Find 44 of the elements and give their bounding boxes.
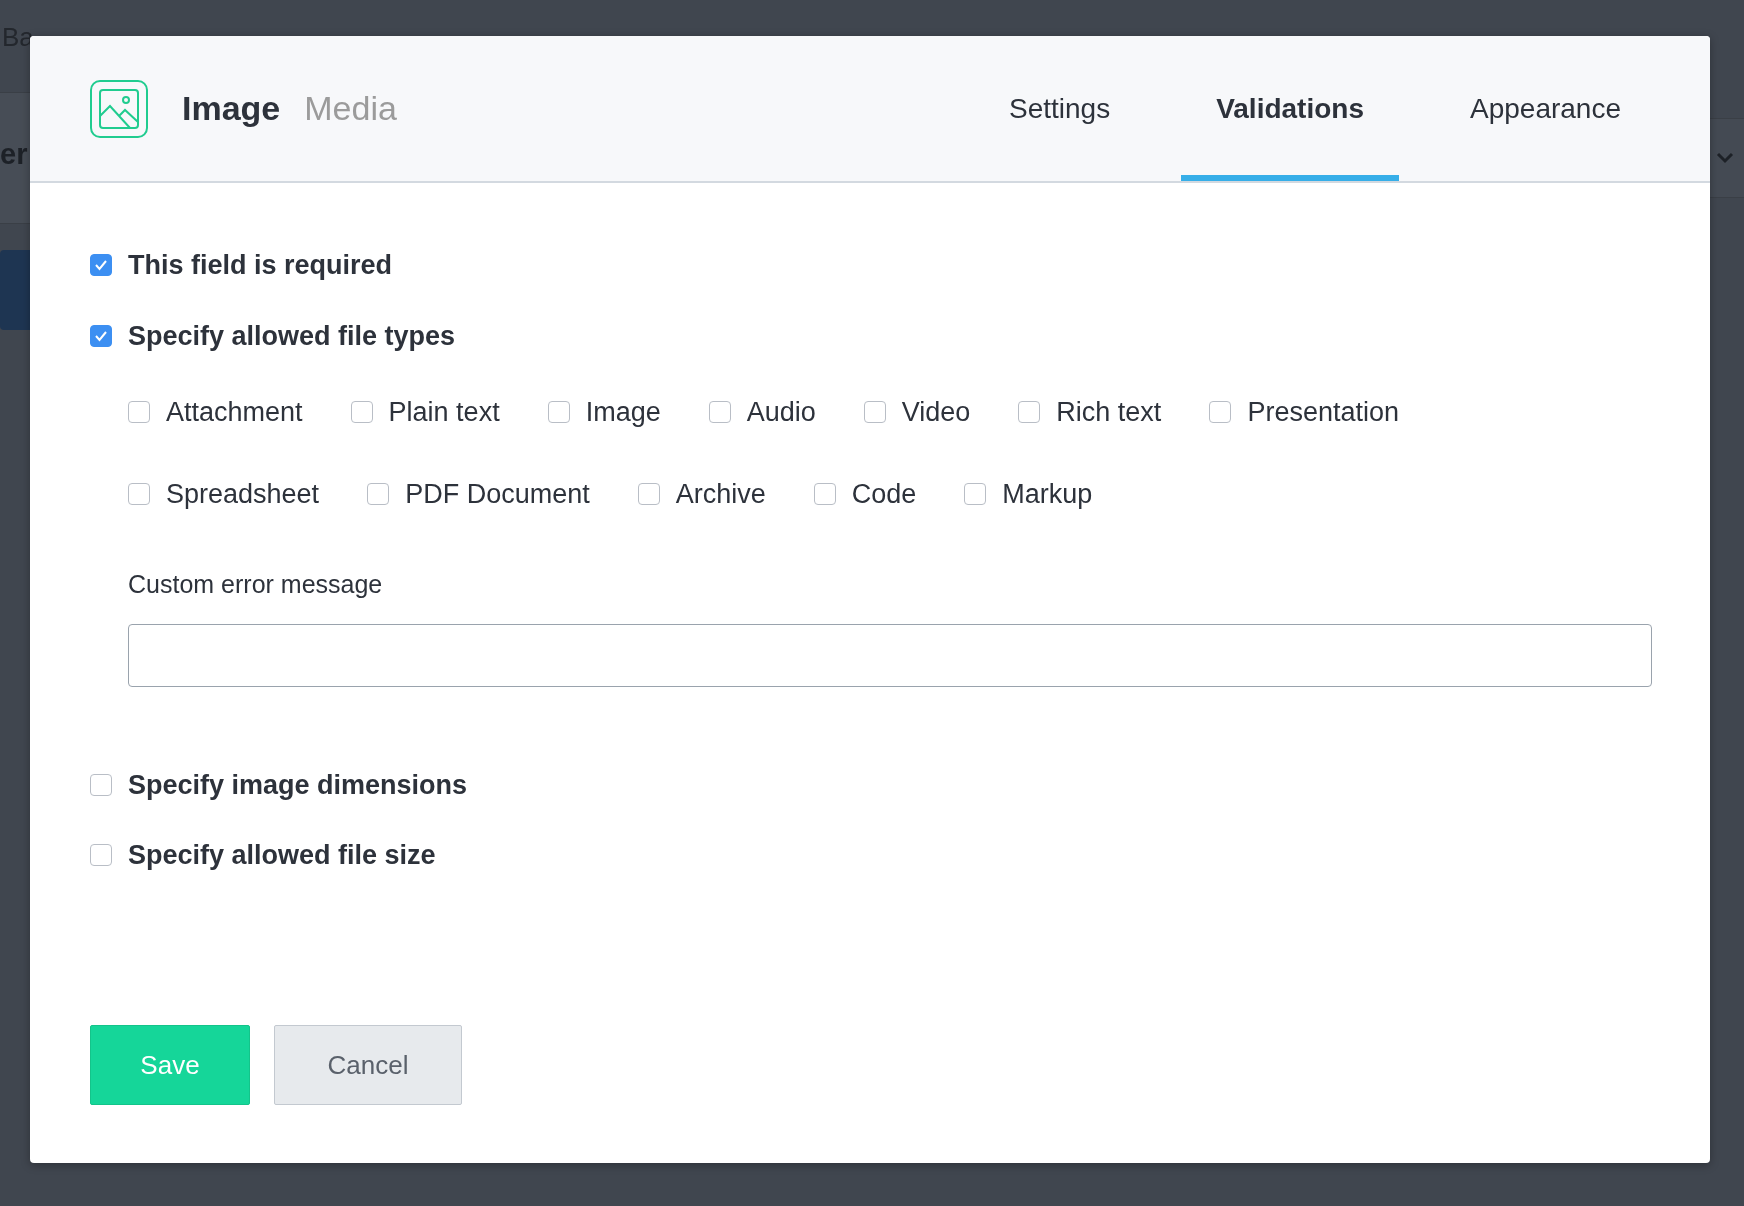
checkbox[interactable] <box>90 324 112 347</box>
option-label: Specify image dimensions <box>128 768 468 802</box>
option-label: Archive <box>675 477 766 511</box>
option-label: Spreadsheet <box>166 477 320 511</box>
option-label: Image <box>585 396 661 429</box>
checkbox[interactable] <box>813 482 836 505</box>
checkbox[interactable] <box>1018 401 1041 424</box>
field-label: Custom error message <box>128 569 384 600</box>
checkbox[interactable] <box>547 401 570 424</box>
checkbox[interactable] <box>90 773 112 796</box>
option-label: Plain text <box>388 396 500 429</box>
check-icon <box>94 329 108 342</box>
checkbox[interactable] <box>1209 401 1232 424</box>
option-label: Presentation <box>1247 396 1399 429</box>
option-label: Markup <box>1002 477 1093 511</box>
option-label: Attachment <box>166 396 303 429</box>
image-icon <box>90 79 148 138</box>
dialog-subtitle: Media <box>304 88 397 129</box>
dialog-title: Image <box>182 88 281 129</box>
checkbox[interactable] <box>708 401 731 424</box>
chevron-icon[interactable] <box>1716 150 1734 164</box>
checkbox[interactable] <box>128 401 150 424</box>
tab[interactable]: Settings <box>974 36 1146 181</box>
checkbox[interactable] <box>964 482 987 505</box>
input-field[interactable] <box>128 623 1652 687</box>
cancel-button[interactable]: Cancel <box>274 1025 462 1105</box>
option-label: This field is required <box>128 249 393 282</box>
option-label: Specify allowed file types <box>128 319 456 353</box>
tab[interactable]: Appearance <box>1435 36 1656 181</box>
option-label: PDF Document <box>405 477 590 511</box>
checkbox[interactable] <box>128 482 150 505</box>
option-label: Video <box>901 396 971 429</box>
checkbox[interactable] <box>637 482 660 505</box>
option-label: Audio <box>746 396 816 429</box>
checkbox[interactable] <box>90 254 112 277</box>
checkbox[interactable] <box>90 844 112 867</box>
option-label: Specify allowed file size <box>128 839 436 872</box>
checkbox[interactable] <box>863 401 886 424</box>
option-label: Rich text <box>1056 396 1162 429</box>
option-label: Code <box>851 477 917 511</box>
checkbox[interactable] <box>350 401 373 424</box>
checkbox[interactable] <box>367 482 390 505</box>
tab[interactable]: Validations <box>1181 36 1399 181</box>
check-icon <box>94 259 108 272</box>
